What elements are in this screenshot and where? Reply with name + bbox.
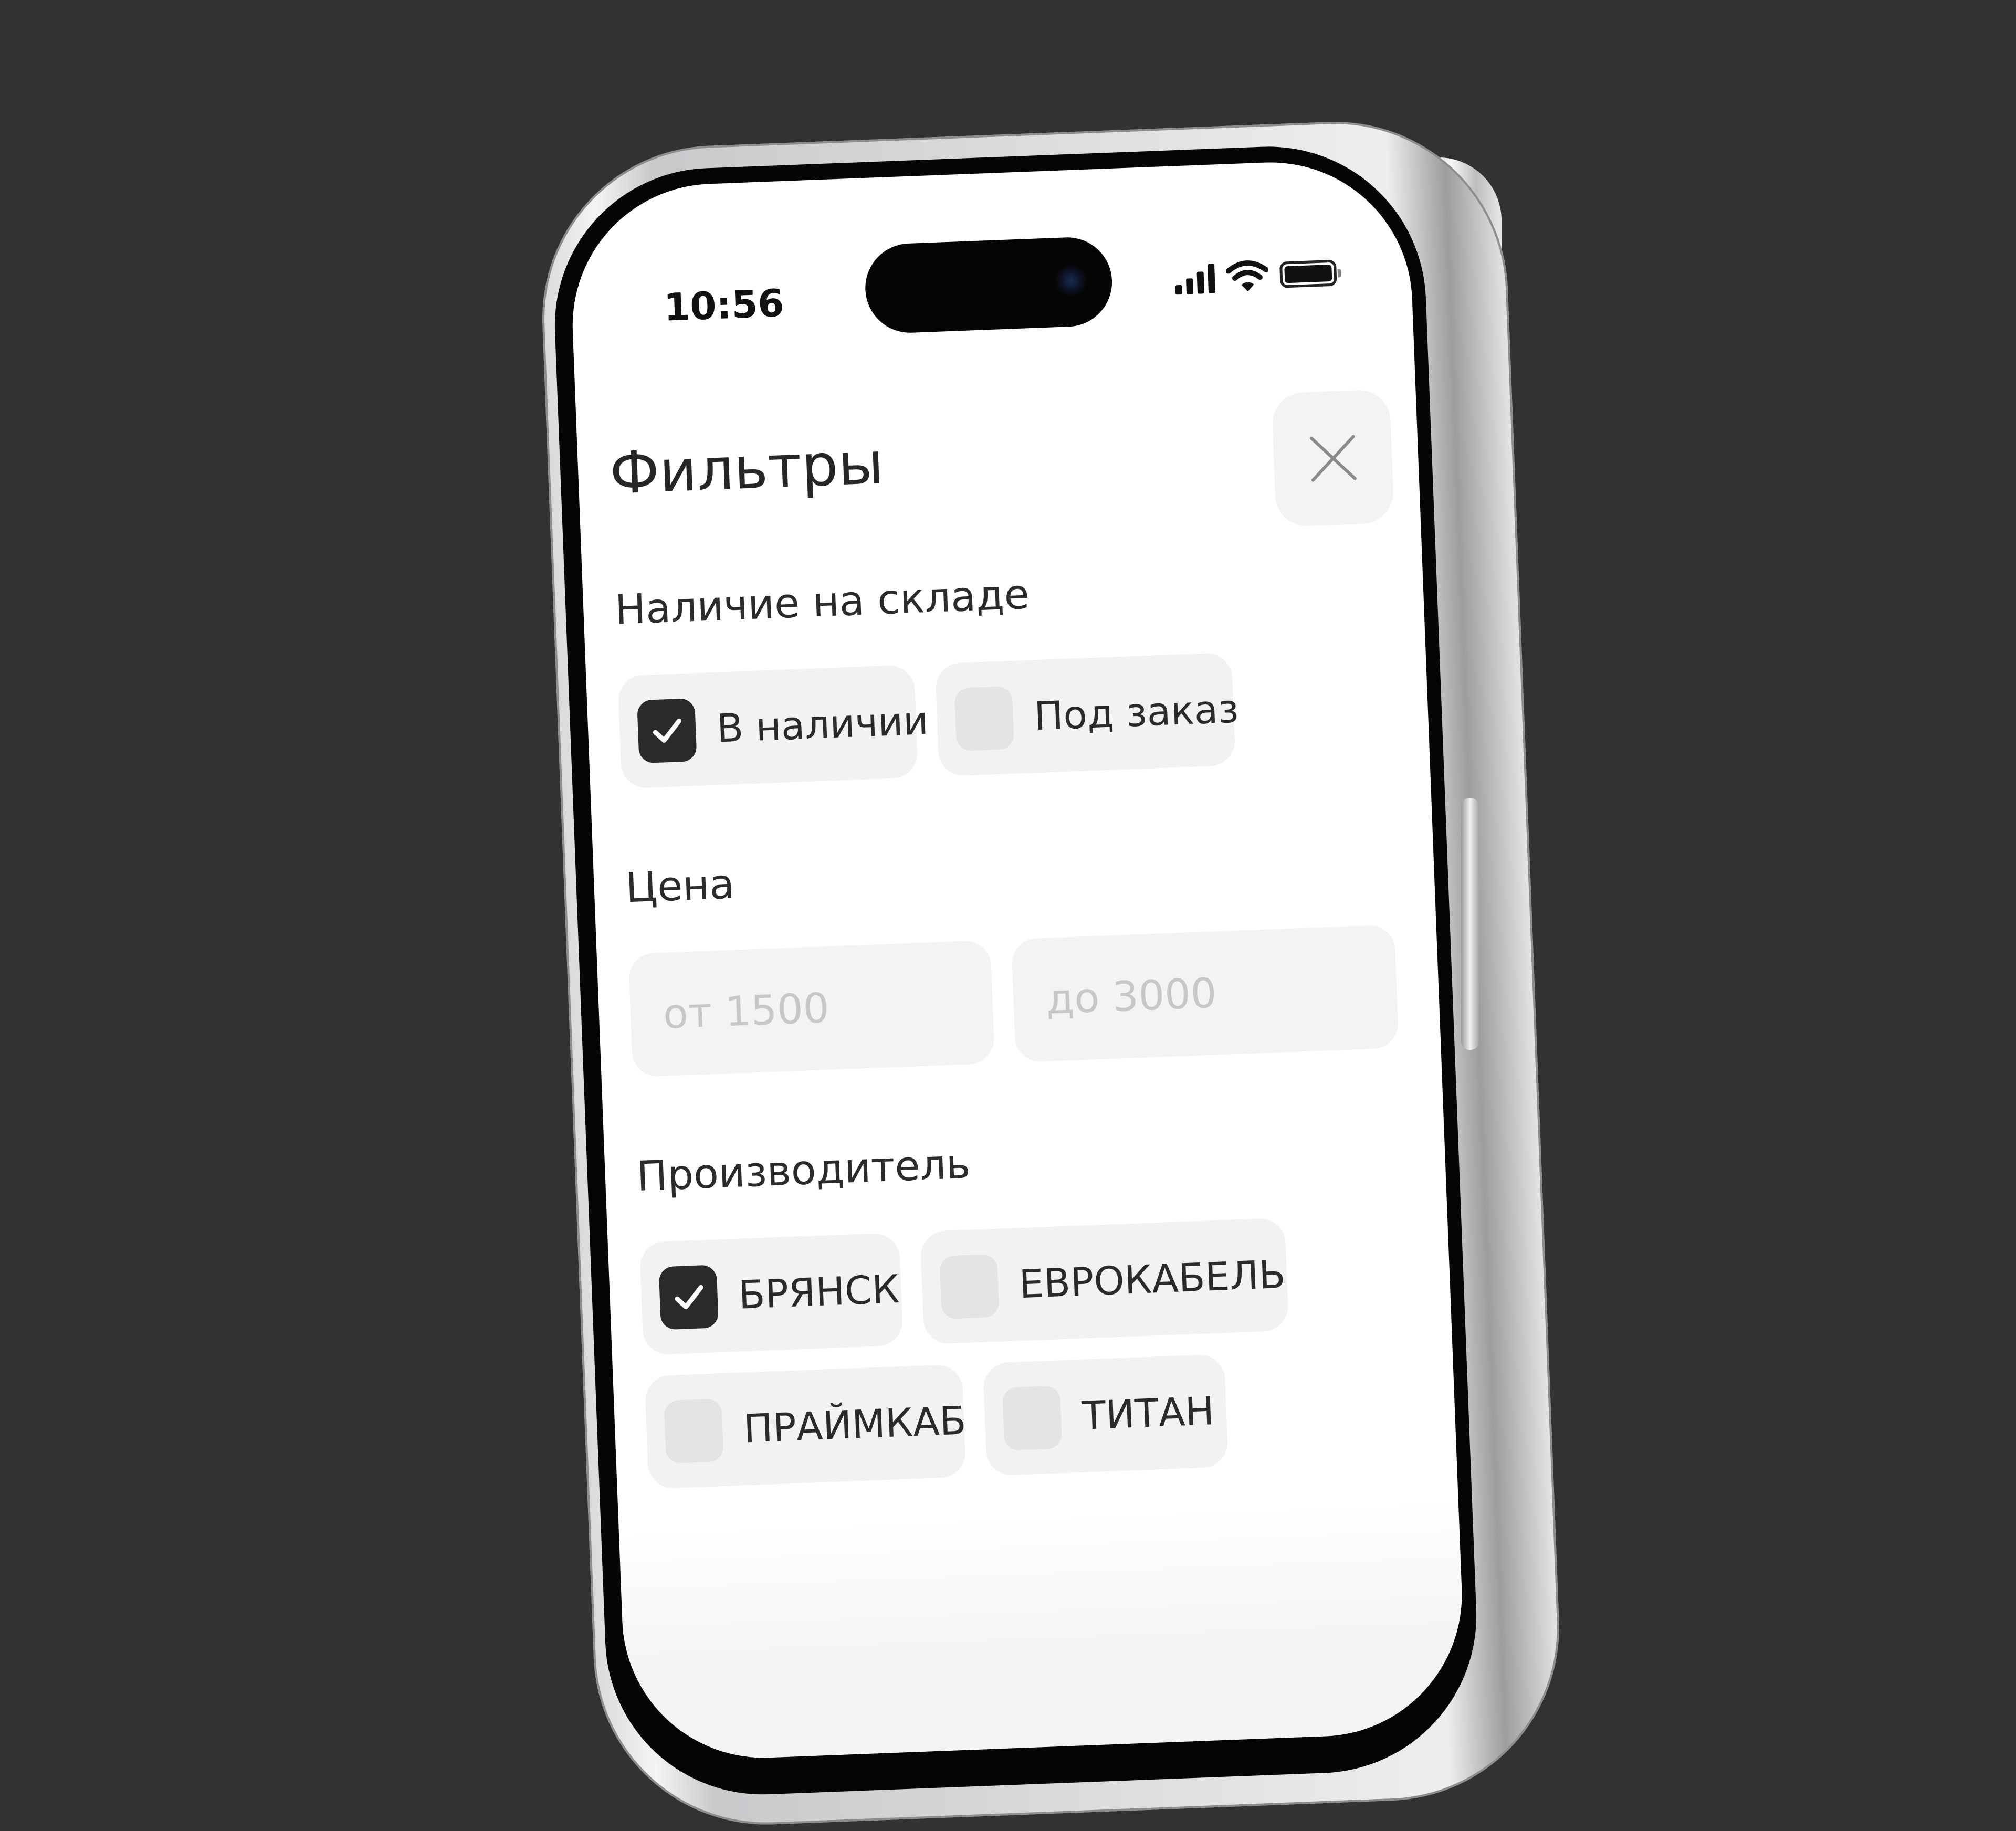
checkbox-unchecked[interactable] [939, 1254, 1000, 1319]
close-button[interactable] [1271, 388, 1395, 528]
wifi-icon [1225, 260, 1269, 292]
phone-screen: 10:56 Фильтры Наличие на складе В наличи… [567, 157, 1467, 1763]
manufacturer-option-label: ЕВРОКАБЕЛЬ [1018, 1251, 1287, 1307]
manufacturer-section-label: Производитель [636, 1140, 971, 1201]
manufacturer-option-bryansk[interactable]: БРЯНСК [639, 1232, 904, 1355]
battery-icon [1279, 259, 1342, 288]
status-time: 10:56 [663, 281, 785, 330]
stock-option-label: Под заказ [1033, 686, 1240, 739]
stock-option-on-order[interactable]: Под заказ [934, 652, 1240, 777]
phone-side-button [1461, 798, 1479, 1050]
checkbox-checked[interactable] [637, 698, 697, 763]
price-to-field[interactable] [1011, 924, 1399, 1063]
dynamic-island [864, 236, 1114, 334]
price-from-input[interactable] [661, 977, 994, 1039]
manufacturer-option-titan[interactable]: ТИТАН [983, 1354, 1228, 1476]
manufacturer-option-primecab[interactable]: ПРАЙМКАБ [644, 1364, 967, 1489]
manufacturer-option-label: ПРАЙМКАБ [742, 1397, 967, 1452]
page-title: Фильтры [608, 429, 885, 507]
checkbox-checked[interactable] [658, 1264, 719, 1330]
close-icon [1309, 435, 1357, 482]
price-to-input[interactable] [1044, 962, 1398, 1024]
price-section-label: Цена [625, 860, 736, 912]
manufacturer-option-label: БРЯНСК [738, 1266, 900, 1318]
scene: 10:56 Фильтры Наличие на складе В наличи… [0, 0, 2016, 1831]
checkbox-unchecked[interactable] [954, 686, 1015, 751]
price-from-field[interactable] [628, 940, 995, 1078]
camera-icon [1054, 264, 1088, 297]
stock-option-label: В наличии [716, 698, 929, 752]
manufacturer-option-eurocable[interactable]: ЕВРОКАБЕЛЬ [920, 1217, 1289, 1345]
checkmark-icon [675, 1285, 704, 1309]
checkmark-icon [653, 718, 682, 743]
status-icons [1174, 251, 1354, 300]
checkbox-unchecked[interactable] [664, 1398, 724, 1464]
bottom-fade [618, 1500, 1467, 1763]
manufacturer-option-label: ТИТАН [1081, 1388, 1215, 1439]
signal-icon [1174, 262, 1216, 295]
stock-option-in-stock[interactable]: В наличии [617, 665, 929, 789]
stock-section-label: Наличие на складе [614, 571, 1031, 634]
checkbox-unchecked[interactable] [1002, 1385, 1063, 1451]
